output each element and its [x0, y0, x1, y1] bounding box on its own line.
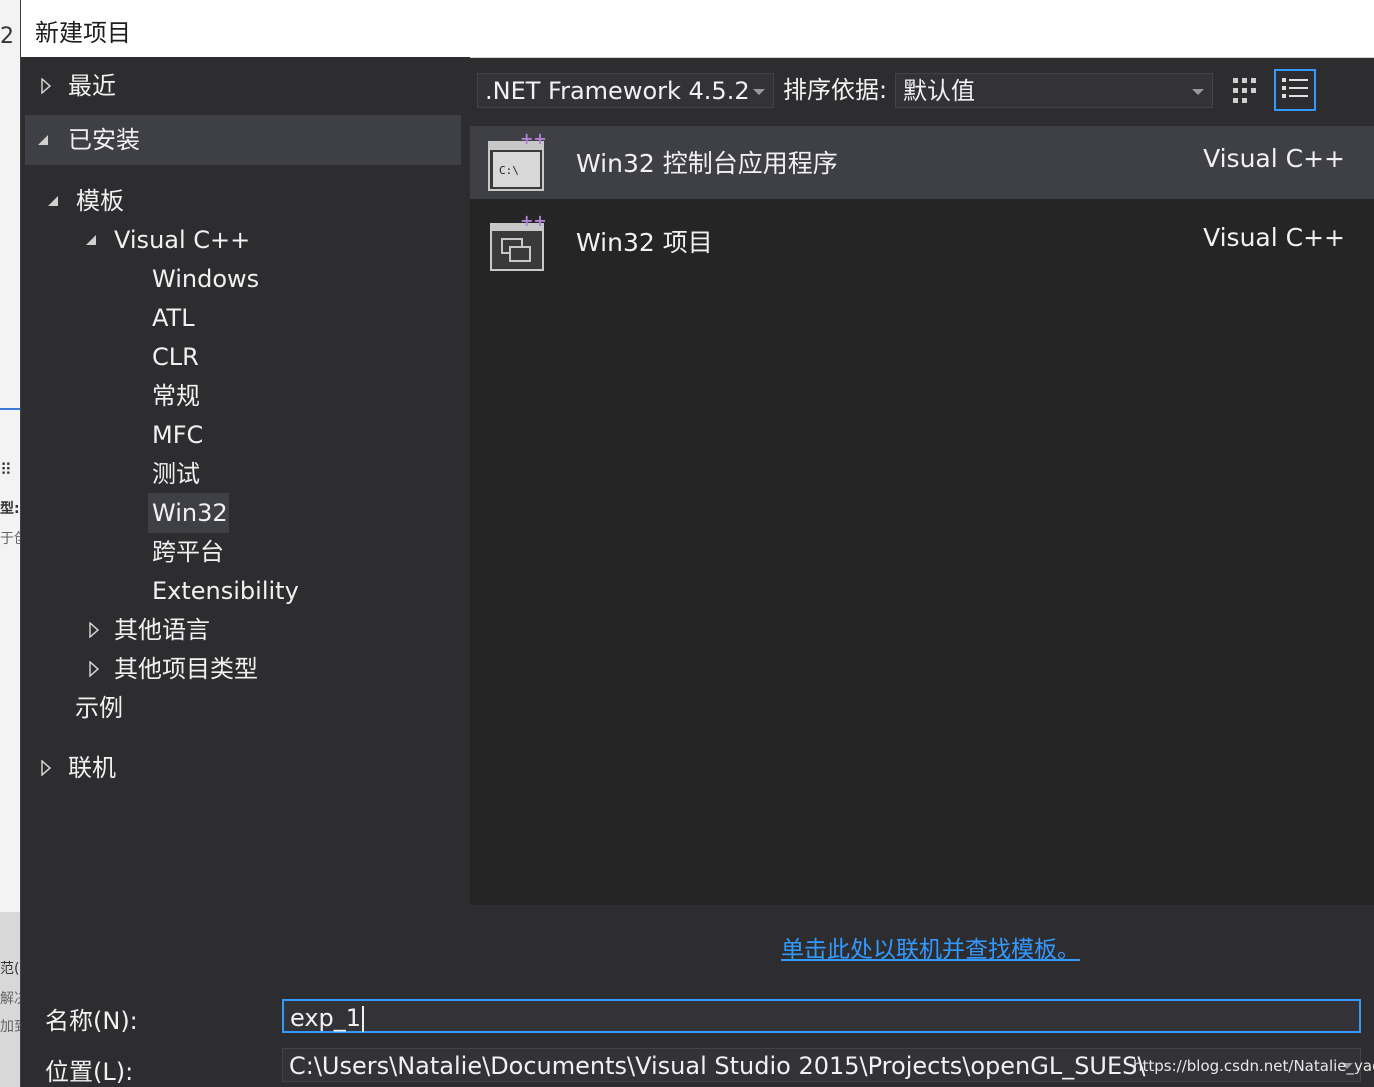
name-label: 名称(N):: [45, 1007, 138, 1035]
tree-item-label: MFC: [152, 421, 204, 449]
tree-item-general[interactable]: 常规: [152, 377, 200, 415]
background-grip-icon: ⠿: [0, 460, 12, 479]
tree-item-win32[interactable]: Win32: [152, 494, 228, 532]
svg-text:++: ++: [520, 211, 547, 230]
dialog-title: 新建项目: [35, 19, 131, 47]
template-name: Win32 控制台应用程序: [576, 149, 838, 178]
tree-item-other-project-types[interactable]: 其他项目类型: [87, 650, 447, 688]
sort-select-value: 默认值: [903, 77, 975, 105]
tree-item-label: 最近: [68, 72, 116, 100]
tree-item-label: Extensibility: [152, 577, 299, 605]
tree-item-recent[interactable]: 最近: [39, 67, 459, 105]
tree-item-label: 常规: [152, 382, 200, 410]
tree-item-atl[interactable]: ATL: [152, 299, 195, 337]
tree-item-other-languages[interactable]: 其他语言: [87, 611, 447, 649]
tree-item-windows[interactable]: Windows: [152, 260, 259, 298]
tree-item-label: 其他项目类型: [114, 655, 258, 683]
template-language: Visual C++: [1203, 223, 1345, 252]
template-list: C:\ ++ Win32 控制台应用程序 Visual C++ ++ Win32…: [470, 126, 1374, 905]
expand-arrow-icon[interactable]: [41, 760, 51, 776]
tree-item-label: Win32: [152, 499, 228, 527]
location-label: 位置(L):: [45, 1058, 134, 1086]
template-item-console-app[interactable]: C:\ ++ Win32 控制台应用程序 Visual C++: [470, 126, 1374, 199]
collapse-arrow-icon[interactable]: [85, 234, 97, 246]
project-name-value: exp_1: [290, 1004, 362, 1032]
svg-text:C:\: C:\: [499, 164, 519, 177]
background-text: 加到: [0, 1019, 20, 1035]
tree-item-label: 联机: [68, 754, 116, 782]
tree-item-label: ATL: [152, 304, 195, 332]
framework-select-value: .NET Framework 4.5.2: [485, 77, 750, 105]
tree-item-samples[interactable]: 示例: [75, 689, 123, 727]
tree-item-clr[interactable]: CLR: [152, 338, 199, 376]
dialog-titlebar[interactable]: 新建项目: [21, 0, 1374, 58]
background-text: 型:: [0, 501, 20, 517]
tree-item-label: 其他语言: [114, 616, 210, 644]
sort-label: 排序依据:: [783, 76, 888, 104]
win32-project-icon: ++: [490, 211, 547, 271]
template-language: Visual C++: [1203, 144, 1345, 173]
small-icons-view-button[interactable]: [1230, 75, 1260, 107]
tree-item-mfc[interactable]: MFC: [152, 416, 203, 454]
list-view-icon: [1282, 78, 1308, 98]
tree-item-test[interactable]: 测试: [152, 455, 200, 493]
tree-item-label: Visual C++: [114, 226, 251, 254]
new-project-dialog: 新建项目 最近 已安装 模板 Visual C++ Windows ATL CL…: [20, 0, 1374, 1087]
svg-text:++: ++: [520, 132, 547, 148]
tree-item-label: 测试: [152, 460, 200, 488]
tree-item-label: 跨平台: [152, 538, 224, 566]
tree-item-label: 已安装: [68, 126, 140, 154]
chevron-down-icon: [1192, 89, 1204, 95]
tree-item-label: 示例: [75, 694, 123, 722]
chevron-down-icon: [753, 89, 765, 95]
tree-item-label: CLR: [152, 343, 199, 371]
expand-arrow-icon[interactable]: [41, 78, 51, 94]
template-toolbar: .NET Framework 4.5.2 排序依据: 默认值: [470, 57, 1374, 126]
background-text: 于创: [0, 531, 20, 547]
background-text: 解决: [0, 991, 20, 1007]
background-window: 2 扌 ⠿ 型: 于创 范(D 解决 加到: [0, 0, 20, 1087]
tree-item-label: 模板: [76, 187, 124, 215]
project-location-value: C:\Users\Natalie\Documents\Visual Studio…: [289, 1052, 1146, 1080]
background-divider: [0, 408, 20, 410]
tree-item-cross-platform[interactable]: 跨平台: [152, 533, 224, 571]
tree-item-online[interactable]: 联机: [39, 749, 459, 787]
sort-select[interactable]: 默认值: [895, 73, 1213, 108]
tree-item-installed[interactable]: 已安装: [35, 121, 455, 159]
watermark-text: https://blog.csdn.net/Natalie_yao: [1133, 1057, 1374, 1075]
tree-item-visual-cpp[interactable]: Visual C++: [83, 221, 453, 259]
tree-item-templates[interactable]: 模板: [45, 182, 455, 220]
background-text: 2 扌: [0, 24, 20, 49]
template-name: Win32 项目: [576, 228, 713, 257]
list-view-button[interactable]: [1274, 69, 1316, 111]
grid-view-icon: [1233, 78, 1256, 103]
console-app-icon: C:\ ++: [488, 132, 547, 191]
text-caret: [362, 1006, 365, 1032]
find-templates-online-link[interactable]: 单击此处以联机并查找模板。: [781, 930, 1080, 964]
template-tree: 最近 已安装 模板 Visual C++ Windows ATL CLR 常规 …: [21, 57, 470, 987]
project-fields: 名称(N): exp_1 位置(L): C:\Users\Natalie\Doc…: [21, 990, 1374, 1087]
template-item-win32-project[interactable]: ++ Win32 项目 Visual C++: [470, 205, 1374, 278]
background-text: 范(D: [0, 961, 20, 977]
project-name-input[interactable]: exp_1: [282, 999, 1361, 1033]
collapse-arrow-icon[interactable]: [47, 195, 59, 207]
expand-arrow-icon[interactable]: [89, 661, 99, 677]
tree-item-extensibility[interactable]: Extensibility: [152, 572, 299, 610]
expand-arrow-icon[interactable]: [89, 622, 99, 638]
framework-select[interactable]: .NET Framework 4.5.2: [477, 73, 774, 108]
collapse-arrow-icon[interactable]: [37, 134, 49, 146]
tree-item-label: Windows: [152, 265, 260, 293]
